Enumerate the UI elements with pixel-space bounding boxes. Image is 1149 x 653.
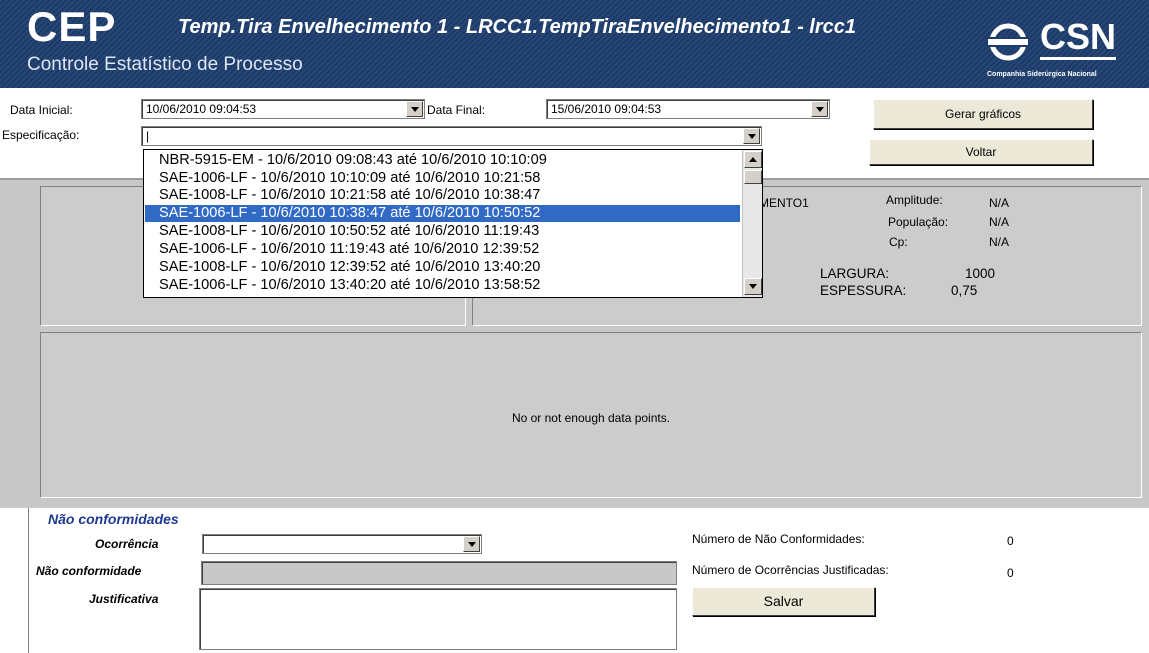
thickness-label: ESPESSURA: [820, 283, 907, 298]
nonconformity-field [201, 561, 677, 585]
chevron-down-icon[interactable] [811, 101, 828, 117]
chevron-down-icon[interactable] [406, 101, 423, 117]
thickness-value: 0,75 [951, 283, 978, 298]
start-date-value: 10/06/2010 09:04:53 [146, 102, 257, 116]
end-date-combo[interactable]: 15/06/2010 09:04:53 [546, 99, 830, 119]
no-data-message: No or not enough data points. [511, 411, 671, 425]
spec-option[interactable]: SAE-1008-LF - 10/6/2010 10:50:52 até 10/… [145, 223, 740, 240]
justified-count-label: Número de Ocorrências Justificadas: [692, 563, 889, 577]
chevron-down-icon[interactable] [743, 128, 760, 144]
chart-area: No or not enough data points. [40, 332, 1142, 498]
spec-value: | [146, 129, 150, 143]
nonconformity-label: Não conformidade [36, 564, 142, 578]
logo-text: CSN [1040, 17, 1117, 60]
justified-count-value: 0 [1007, 566, 1014, 580]
nc-count-value: 0 [1007, 534, 1014, 548]
generate-charts-button[interactable]: Gerar gráficos [873, 99, 1093, 129]
justification-label: Justificativa [89, 592, 159, 606]
start-date-combo[interactable]: 10/06/2010 09:04:53 [141, 99, 425, 119]
spec-option[interactable]: SAE-1006-LF - 10/6/2010 11:19:43 até 10/… [145, 241, 740, 258]
spec-option[interactable]: SAE-1006-LF - 10/6/2010 10:10:09 até 10/… [145, 170, 740, 187]
population-label: População: [888, 215, 949, 229]
population-value: N/A [989, 215, 1010, 229]
occurrence-label: Ocorrência [95, 537, 159, 551]
chevron-down-icon[interactable] [463, 536, 480, 552]
dropdown-scrollbar[interactable] [742, 150, 762, 297]
justification-textarea[interactable] [199, 588, 677, 650]
spec-option-selected[interactable]: SAE-1006-LF - 10/6/2010 10:38:47 até 10/… [145, 205, 740, 222]
scroll-up-icon[interactable] [744, 151, 762, 168]
logo-caption: Companhia Siderúrgica Nacional [987, 71, 1097, 78]
spec-dropdown-list[interactable]: NBR-5915-EM - 10/6/2010 09:08:43 até 10/… [143, 149, 763, 298]
width-value: 1000 [965, 266, 996, 281]
spec-option[interactable]: SAE-1008-LF - 10/6/2010 12:39:52 até 10/… [145, 259, 740, 276]
scrollbar-thumb[interactable] [744, 170, 762, 184]
back-button[interactable]: Voltar [869, 139, 1093, 165]
start-date-label: Data Inicial: [10, 103, 73, 117]
app-name: Controle Estatístico de Processo [27, 54, 303, 75]
nc-count-label: Número de Não Conformidades: [692, 532, 865, 546]
cp-label: Cp: [889, 235, 908, 249]
end-date-value: 15/06/2010 09:04:53 [551, 102, 662, 116]
scroll-down-icon[interactable] [744, 278, 762, 295]
nonconformity-title: Não conformidades [48, 511, 179, 527]
amplitude-value: N/A [989, 196, 1010, 210]
header-banner: CEP Controle Estatístico de Processo Tem… [0, 0, 1149, 88]
spec-option[interactable]: NBR-5915-EM - 10/6/2010 09:08:43 até 10/… [145, 152, 740, 169]
cp-value: N/A [989, 235, 1010, 249]
amplitude-label: Amplitude: [886, 193, 943, 207]
width-label: LARGURA: [820, 266, 890, 281]
spec-option[interactable]: SAE-1006-LF - 10/6/2010 13:40:20 até 10/… [145, 277, 740, 294]
spec-combo[interactable]: | [141, 126, 762, 146]
series-name: MENTO1 [759, 196, 809, 210]
save-button[interactable]: Salvar [692, 587, 875, 616]
spec-option[interactable]: SAE-1008-LF - 10/6/2010 10:21:58 até 10/… [145, 187, 740, 204]
occurrence-combo[interactable] [202, 534, 482, 554]
chart-title: Temp.Tira Envelhecimento 1 - LRCC1.TempT… [178, 16, 856, 38]
app-abbrev: CEP [27, 3, 117, 50]
spec-label: Especificação: [2, 128, 80, 142]
csn-logo-icon [986, 23, 1030, 61]
end-date-label: Data Final: [427, 103, 486, 117]
